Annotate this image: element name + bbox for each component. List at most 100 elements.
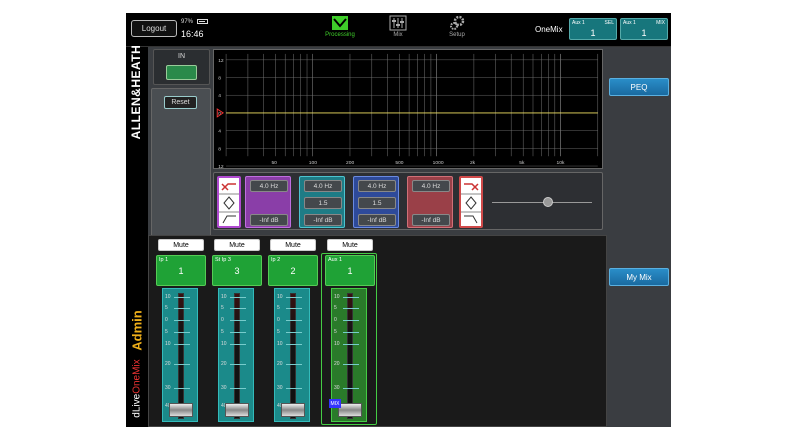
fader-scale-line bbox=[174, 388, 190, 389]
fader-scale-label: 10 bbox=[334, 294, 340, 300]
fader-scale-label: 10 bbox=[221, 294, 227, 300]
filter-shape-icons-low bbox=[219, 183, 239, 224]
aux-mix-value: 1 bbox=[641, 28, 647, 38]
fader[interactable]: 1050510203040MIX bbox=[329, 288, 367, 422]
fader[interactable]: 10 5 0 5 10 20 30 40 bbox=[162, 288, 198, 422]
graph-x-tick: 500 bbox=[395, 160, 403, 166]
aux-sel-name: Aux 1 bbox=[572, 20, 585, 26]
level-meter bbox=[234, 293, 240, 419]
tab-processing[interactable]: Processing bbox=[310, 15, 370, 38]
band-4-gain[interactable]: -Inf dB bbox=[412, 214, 450, 226]
top-bar: Logout 97% 16:46 Processing Mix Setup On… bbox=[126, 13, 671, 47]
channel-number: 2 bbox=[290, 266, 296, 276]
fader-scale-label: 30 bbox=[165, 385, 171, 391]
graph-y-tick: 8 bbox=[218, 76, 221, 82]
level-meter bbox=[347, 293, 353, 419]
app-screen: Logout 97% 16:46 Processing Mix Setup On… bbox=[126, 13, 671, 427]
mixer-panel: Mute Ip 1 1 10 5 0 5 10 20 30 40 Mute St Ip 3 3 … bbox=[148, 235, 607, 427]
aux-sel-value: 1 bbox=[590, 28, 596, 38]
band-3-freq[interactable]: 4.0 Hz bbox=[358, 180, 396, 192]
product-mode: OneMix bbox=[131, 359, 143, 394]
tab-mix[interactable]: Mix bbox=[368, 15, 428, 38]
graph-x-tick: 200 bbox=[346, 160, 354, 166]
fader-knob[interactable] bbox=[225, 403, 249, 417]
graph-y-tick: 8 bbox=[218, 146, 221, 152]
clock: 16:46 bbox=[181, 29, 204, 39]
fader-scale-label: 10 bbox=[334, 341, 340, 347]
channel-select[interactable]: Aux 1 1 bbox=[325, 255, 375, 286]
graph-x-tick: 100 bbox=[309, 160, 317, 166]
peq-band-4[interactable]: 4.0 Hz -Inf dB bbox=[407, 176, 453, 228]
graph-x-tick: 50 bbox=[271, 160, 277, 166]
fader-scale-label: 10 bbox=[221, 341, 227, 347]
peq-band-2[interactable]: 4.0 Hz 1.5 -Inf dB bbox=[299, 176, 345, 228]
fader-scale-label: 0 bbox=[277, 317, 280, 323]
channel-number: 3 bbox=[234, 266, 240, 276]
peq-panel: IN Reset 12 8 4 0 4 8 12 50 100 200 500 1000 2k 5k 10k… bbox=[148, 47, 607, 245]
channel-strip: Mute Aux 1 1 1050510203040MIX bbox=[321, 239, 377, 425]
onemix-label: OneMix bbox=[535, 25, 563, 34]
fader-scale-line bbox=[230, 388, 246, 389]
fader-scale-line bbox=[230, 320, 246, 321]
high-shelf-selector[interactable] bbox=[459, 176, 483, 228]
mute-button[interactable]: Mute bbox=[327, 239, 373, 251]
peq-in-box: IN bbox=[153, 49, 210, 85]
band-1-freq[interactable]: 4.0 Hz bbox=[250, 180, 288, 192]
fader-scale-label: 20 bbox=[221, 361, 227, 367]
battery-icon bbox=[196, 19, 208, 24]
aux-mix-selector[interactable]: Aux 1 MIX 1 bbox=[620, 18, 668, 40]
fader-scale-label: 20 bbox=[165, 361, 171, 367]
peq-in-toggle[interactable] bbox=[166, 65, 197, 80]
brand-strip: ALLEN&HEATH Admin dLiveOneMix bbox=[126, 45, 148, 427]
fader-scale-line bbox=[230, 308, 246, 309]
fader[interactable]: 10 5 0 5 10 20 30 40 bbox=[274, 288, 310, 422]
band-1-gain[interactable]: -Inf dB bbox=[250, 214, 288, 226]
band-3-gain[interactable]: -Inf dB bbox=[358, 214, 396, 226]
band-2-q[interactable]: 1.5 bbox=[304, 197, 342, 209]
my-mix-button[interactable]: My Mix bbox=[609, 268, 669, 286]
peq-slider-track[interactable] bbox=[492, 202, 592, 203]
fader-scale-label: 5 bbox=[165, 329, 168, 335]
mute-button[interactable]: Mute bbox=[270, 239, 316, 251]
fader-scale-label: 0 bbox=[334, 317, 337, 323]
peq-band-3[interactable]: 4.0 Hz 1.5 -Inf dB bbox=[353, 176, 399, 228]
channel-name: St Ip 3 bbox=[215, 257, 231, 263]
fader-knob[interactable] bbox=[169, 403, 193, 417]
channel-select[interactable]: Ip 1 1 bbox=[156, 255, 206, 286]
mute-button[interactable]: Mute bbox=[158, 239, 204, 251]
graph-x-tick: 1000 bbox=[433, 160, 444, 166]
fader-knob[interactable] bbox=[281, 403, 305, 417]
fader[interactable]: 10 5 0 5 10 20 30 40 bbox=[218, 288, 254, 422]
aux-sel-selector[interactable]: Aux 1 SEL 1 bbox=[569, 18, 617, 40]
band-4-freq[interactable]: 4.0 Hz bbox=[412, 180, 450, 192]
fader-scale-label: 10 bbox=[165, 341, 171, 347]
band-3-q[interactable]: 1.5 bbox=[358, 197, 396, 209]
channel-select[interactable]: Ip 2 2 bbox=[268, 255, 318, 286]
peq-button[interactable]: PEQ bbox=[609, 78, 669, 96]
fader-scale-label: 0 bbox=[221, 317, 224, 323]
band-2-freq[interactable]: 4.0 Hz bbox=[304, 180, 342, 192]
fader-scale-line bbox=[286, 388, 302, 389]
graph-y-tick: 4 bbox=[218, 93, 221, 99]
channel-strip: Mute Ip 2 2 10 5 0 5 10 20 30 40 bbox=[266, 239, 318, 425]
low-shelf-selector[interactable] bbox=[217, 176, 241, 228]
filter-shape-icons-high bbox=[461, 183, 481, 224]
band-2-gain[interactable]: -Inf dB bbox=[304, 214, 342, 226]
peq-reset-button[interactable]: Reset bbox=[164, 96, 197, 109]
peq-slider-knob[interactable] bbox=[543, 197, 553, 207]
battery-status: 97% bbox=[181, 19, 208, 25]
channel-name: Ip 1 bbox=[159, 257, 169, 263]
tab-setup[interactable]: Setup bbox=[427, 15, 487, 38]
channel-select[interactable]: St Ip 3 3 bbox=[212, 255, 262, 286]
logout-button[interactable]: Logout bbox=[131, 20, 177, 37]
tab-setup-label: Setup bbox=[449, 32, 465, 38]
fader-knob[interactable] bbox=[338, 403, 362, 417]
mute-button[interactable]: Mute bbox=[214, 239, 260, 251]
peq-graph[interactable]: 12840481250 100 200 500 1000 2k 5k 10k bbox=[213, 49, 603, 169]
aux-mix-tag: MIX bbox=[656, 20, 665, 26]
fader-scale-label: 5 bbox=[277, 305, 280, 311]
peq-in-label: IN bbox=[178, 53, 185, 60]
fader-scale-line bbox=[174, 364, 190, 365]
fader-scale-line bbox=[174, 297, 190, 298]
peq-band-1[interactable]: 4.0 Hz -Inf dB bbox=[245, 176, 291, 228]
